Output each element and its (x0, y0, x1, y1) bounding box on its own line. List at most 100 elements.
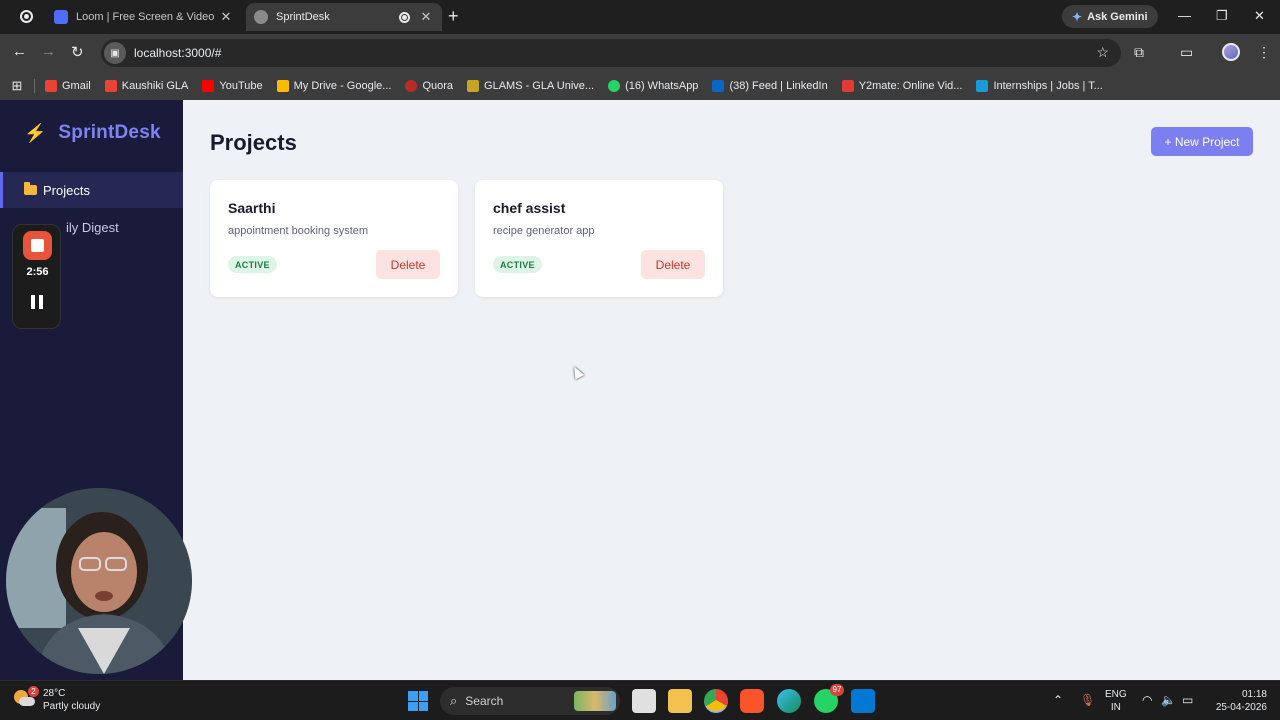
webcam-bubble[interactable] (6, 488, 192, 674)
tab-search-icon[interactable]: ▭ (1180, 44, 1193, 61)
sidebar-item-daily-digest[interactable]: ily Digest (66, 220, 119, 235)
bookmark-label: Quora (422, 80, 454, 92)
project-name: chef assist (493, 200, 566, 216)
loom-recorder-controls: 2:56 (12, 224, 61, 329)
page-title: Projects (210, 130, 297, 155)
project-card[interactable]: chef assist recipe generator app ACTIVE … (475, 180, 723, 297)
task-view-icon[interactable] (632, 689, 656, 713)
delete-button[interactable]: Delete (641, 250, 705, 279)
bookmark-star-icon[interactable]: ☆ (1096, 44, 1109, 61)
notification-badge: 97 (830, 684, 844, 696)
search-placeholder: Search (465, 694, 504, 708)
apps-grid-icon[interactable]: ⊞ (0, 78, 34, 94)
back-arrow-icon[interactable]: ← (12, 43, 27, 60)
bookmark-item[interactable]: Quora (405, 80, 453, 92)
tab-title: SprintDesk (276, 11, 330, 23)
gmail-icon (45, 80, 57, 92)
gemini-label: Ask Gemini (1087, 10, 1148, 23)
brave-icon[interactable] (740, 689, 764, 713)
weather-badge: 2 (28, 686, 39, 697)
gemini-sparkle-icon: ✦ (1072, 9, 1083, 24)
bookmark-item[interactable]: (16) WhatsApp (608, 80, 698, 92)
bookmark-item[interactable]: Internships | Jobs | T... (976, 80, 1103, 92)
globe-favicon-icon (254, 10, 268, 24)
sidebar-item-projects[interactable]: Projects (0, 172, 183, 208)
bookmark-item[interactable]: (38) Feed | LinkedIn (712, 80, 828, 92)
system-clock[interactable]: 01:18 25-04-2026 (1207, 688, 1267, 714)
quora-icon (405, 80, 418, 92)
project-card[interactable]: Saarthi appointment booking system ACTIV… (210, 180, 458, 297)
bookmark-item[interactable]: GLAMS - GLA Unive... (467, 80, 594, 92)
address-bar[interactable]: ▣ localhost:3000/# ☆ (101, 39, 1121, 67)
delete-button[interactable]: Delete (376, 250, 440, 279)
linkedin-icon (712, 80, 725, 92)
chrome-icon[interactable] (704, 689, 728, 713)
region-code: IN (1110, 702, 1121, 713)
project-name: Saarthi (228, 200, 276, 216)
battery-icon[interactable]: ▭ (1182, 693, 1193, 707)
edge-icon[interactable] (777, 689, 801, 713)
ask-gemini-button[interactable]: ✦ Ask Gemini (1062, 5, 1158, 28)
bookmark-label: Gmail (62, 80, 91, 92)
wifi-icon[interactable]: ◠ (1142, 693, 1152, 707)
extensions-icon[interactable]: ⧉ (1134, 44, 1144, 61)
bookmark-item[interactable]: My Drive - Google... (276, 80, 391, 92)
project-description: recipe generator app (493, 225, 595, 237)
weather-description[interactable]: Partly cloudy (43, 701, 100, 712)
taskbar-search[interactable]: ⌕ Search (440, 687, 620, 715)
file-explorer-icon[interactable] (668, 689, 692, 713)
window-close-icon[interactable]: ✕ (1254, 8, 1265, 24)
internshala-icon (976, 80, 989, 92)
forward-arrow-icon[interactable]: → (41, 43, 56, 60)
lightning-bolt-icon: ⚡ (24, 122, 47, 143)
clock-date: 25-04-2026 (1215, 702, 1267, 713)
tab-loom[interactable]: Loom | Free Screen & Video Re ✕ (46, 3, 242, 31)
restore-icon[interactable]: ❐ (1216, 8, 1228, 24)
y2mate-icon (841, 80, 854, 92)
bookmark-label: YouTube (219, 80, 263, 92)
clock-time: 01:18 (1241, 689, 1267, 700)
bookmark-label: Internships | Jobs | T... (993, 80, 1103, 92)
close-icon[interactable]: ✕ (218, 9, 234, 25)
bookmark-label: (38) Feed | LinkedIn (729, 80, 828, 92)
status-badge: ACTIVE (493, 256, 542, 273)
stop-recording-button[interactable] (23, 231, 52, 260)
weather-temperature[interactable]: 28°C (43, 688, 65, 699)
tab-title: Loom | Free Screen & Video Re (76, 11, 218, 23)
bookmark-item[interactable]: Gmail (45, 80, 91, 92)
glams-icon (467, 80, 480, 92)
whatsapp-taskbar-icon[interactable]: 97 (814, 684, 844, 713)
reload-icon[interactable]: ↻ (71, 43, 84, 61)
profile-avatar[interactable] (1222, 43, 1240, 61)
new-project-button[interactable]: + New Project (1151, 127, 1253, 156)
youtube-icon (202, 80, 215, 92)
bookmark-label: Y2mate: Online Vid... (858, 80, 963, 92)
bookmark-item[interactable]: Y2mate: Online Vid... (841, 80, 963, 92)
windows-start-icon[interactable] (408, 691, 428, 711)
site-info-icon[interactable]: ▣ (104, 42, 126, 64)
bookmark-label: GLAMS - GLA Unive... (484, 80, 595, 92)
pause-icon[interactable] (31, 295, 43, 309)
speaker-icon[interactable]: 🔈 (1161, 693, 1176, 707)
brand-name: SprintDesk (58, 122, 161, 143)
status-badge: ACTIVE (228, 256, 277, 273)
google-drive-icon (276, 80, 289, 92)
vscode-icon[interactable] (851, 689, 875, 713)
bookmark-label: Kaushiki GLA (121, 80, 189, 92)
tab-sprintdesk[interactable]: SprintDesk ✕ (246, 3, 442, 31)
loom-favicon-icon (54, 10, 68, 24)
microphone-icon[interactable]: 🎙 (1080, 693, 1095, 707)
whatsapp-icon (608, 80, 621, 92)
bookmark-item[interactable]: YouTube (202, 80, 263, 92)
new-tab-button[interactable]: + (448, 6, 459, 27)
gmail-icon (104, 80, 117, 92)
bookmark-item[interactable]: Kaushiki GLA (104, 80, 189, 92)
menu-kebab-icon[interactable]: ⋮ (1257, 44, 1271, 61)
brand: ⚡ SprintDesk (24, 122, 161, 144)
url-text[interactable]: localhost:3000/# (134, 46, 221, 60)
minimize-icon[interactable]: — (1178, 8, 1191, 23)
bookmarks-divider (34, 79, 35, 93)
language-indicator[interactable]: ENG IN (1105, 688, 1127, 714)
close-icon[interactable]: ✕ (418, 9, 434, 25)
chevron-up-icon[interactable]: ⌃ (1053, 693, 1063, 707)
